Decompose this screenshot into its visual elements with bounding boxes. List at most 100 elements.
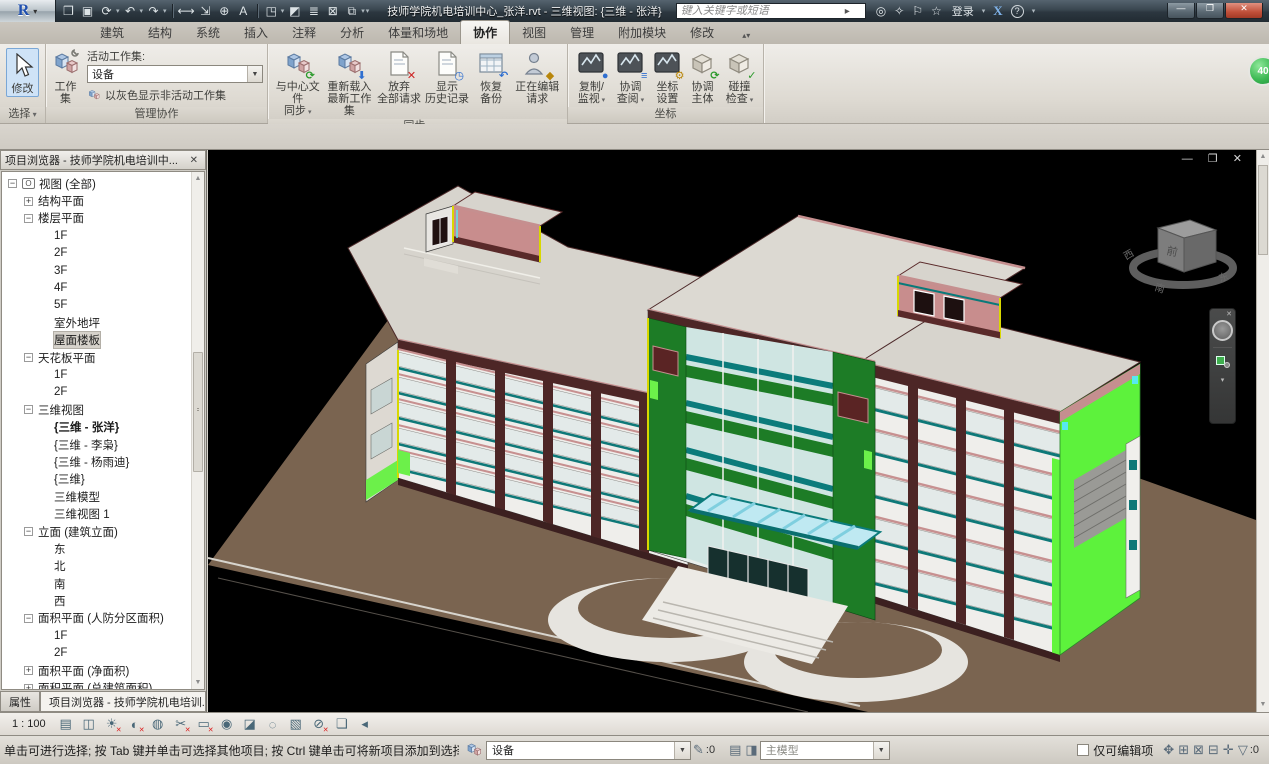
scale-button[interactable]: 1 : 100 bbox=[6, 717, 52, 731]
sign-in-button[interactable]: 登录 bbox=[952, 3, 974, 19]
chevron-down-icon[interactable]: ▾ bbox=[281, 7, 285, 15]
show-constraints-icon[interactable]: ⊘ bbox=[310, 716, 328, 732]
switch-windows-icon[interactable]: ⧉ bbox=[343, 3, 360, 20]
communication-center-icon[interactable]: ⚐ bbox=[912, 4, 923, 18]
select-pinned-icon[interactable]: ⊟ bbox=[1208, 742, 1219, 758]
tab-properties[interactable]: 属性 bbox=[0, 691, 40, 712]
checkbox-icon[interactable] bbox=[1077, 744, 1089, 756]
chevron-down-icon[interactable]: ▾ bbox=[361, 7, 365, 15]
default-3d-view-icon[interactable]: ◳ bbox=[263, 3, 280, 20]
view-window-controls[interactable]: — ❐ ✕ bbox=[1182, 152, 1248, 165]
lock-3d-view-icon[interactable]: ◉ bbox=[218, 716, 236, 732]
tab-view[interactable]: 视图 bbox=[510, 21, 558, 44]
reveal-hidden-icon[interactable]: ◌ bbox=[264, 717, 282, 732]
worksharing-display-icon[interactable]: ❏ bbox=[333, 716, 351, 732]
temporary-isolate-icon[interactable]: ◪ bbox=[241, 716, 259, 732]
tree-item[interactable]: −楼层平面 bbox=[2, 210, 191, 227]
tree-item[interactable]: +结构平面 bbox=[2, 192, 191, 209]
design-options-dropdown[interactable]: 主模型 ▼ bbox=[760, 741, 890, 760]
interference-check-button[interactable]: ✓ 碰撞 检查 bbox=[720, 47, 759, 107]
tab-project-browser[interactable]: 项目浏览器 - 技师学院机电培训... bbox=[40, 691, 206, 712]
tree-item[interactable]: +面积平面 (净面积) bbox=[2, 662, 191, 679]
tree-item[interactable]: 南 bbox=[2, 575, 191, 592]
tree-item-current-view[interactable]: {三维 - 张洋} bbox=[2, 418, 191, 435]
temporary-view-properties-icon[interactable]: ▧ bbox=[287, 716, 305, 732]
collapse-icon[interactable]: − bbox=[24, 405, 33, 414]
active-workset-dropdown[interactable]: 设备 ▼ bbox=[87, 65, 263, 83]
tree-item[interactable]: 室外地坪 bbox=[2, 314, 191, 331]
tab-manage[interactable]: 管理 bbox=[558, 21, 606, 44]
tab-structure[interactable]: 结构 bbox=[136, 21, 184, 44]
tree-item[interactable]: 西 bbox=[2, 592, 191, 609]
save-icon[interactable]: ▣ bbox=[79, 3, 96, 20]
tree-item[interactable]: +面积平面 (总建筑面积) bbox=[2, 679, 191, 689]
project-browser-header[interactable]: 项目浏览器 - 技师学院机电培训中... ✕ bbox=[0, 150, 206, 170]
sync-with-central-button[interactable]: ⟳ 与中心文件 同步 bbox=[272, 47, 324, 119]
canvas-scrollbar[interactable]: ▲ ▼ bbox=[1256, 150, 1269, 712]
tab-analyze[interactable]: 分析 bbox=[328, 21, 376, 44]
redo-icon[interactable]: ↷ bbox=[145, 3, 162, 20]
minimize-button[interactable]: — bbox=[1167, 3, 1195, 19]
editable-only-checkbox[interactable]: 仅可编辑项 bbox=[1077, 742, 1153, 759]
sync-with-central-icon[interactable]: ⟳ bbox=[98, 3, 115, 20]
drag-elements-icon[interactable]: ✛ bbox=[1223, 742, 1234, 758]
panel-footer-manage[interactable]: 管理协作 bbox=[46, 107, 267, 123]
show-history-button[interactable]: ◷ 显示 历史记录 bbox=[423, 47, 471, 105]
scrollbar-thumb[interactable] bbox=[1258, 165, 1268, 255]
drawing-area[interactable]: 前 西 南 东 — ❐ ✕ ✕ ▾ bbox=[208, 150, 1256, 712]
tree-item[interactable]: 2F bbox=[2, 645, 191, 662]
search-icon[interactable]: ◎ bbox=[876, 4, 886, 18]
panel-footer-select[interactable]: 选择 bbox=[0, 107, 45, 123]
tree-item[interactable]: 1F bbox=[2, 227, 191, 244]
tree-item[interactable]: −面积平面 (人防分区面积) bbox=[2, 610, 191, 627]
viewcube[interactable]: 前 西 南 东 bbox=[1122, 220, 1233, 296]
relinquish-all-button[interactable]: ✕ 放弃 全部请求 bbox=[375, 47, 423, 105]
collapse-icon[interactable]: ◂ bbox=[356, 716, 374, 732]
navigation-bar[interactable]: ✕ ▾ bbox=[1209, 308, 1236, 424]
close-icon[interactable]: ✕ bbox=[187, 155, 201, 166]
tree-item[interactable]: −立面 (建筑立面) bbox=[2, 523, 191, 540]
chevron-down-icon[interactable]: ▾ bbox=[1221, 376, 1225, 384]
chevron-down-icon[interactable]: ▾ bbox=[116, 7, 120, 15]
collapse-icon[interactable]: − bbox=[24, 614, 33, 623]
application-menu-button[interactable]: R ▾ bbox=[0, 0, 56, 22]
design-options-icon[interactable]: ▤ bbox=[729, 742, 741, 758]
exclude-options-icon[interactable]: ⊞ bbox=[1178, 742, 1189, 758]
worksharing-status-icon[interactable]: ✥ bbox=[1163, 742, 1174, 758]
collapse-icon[interactable]: − bbox=[8, 179, 17, 188]
worksets-button[interactable]: 工作集 bbox=[50, 47, 81, 105]
tab-annotate[interactable]: 注释 bbox=[280, 21, 328, 44]
expand-icon[interactable]: + bbox=[24, 666, 33, 675]
tab-architecture[interactable]: 建筑 bbox=[88, 21, 136, 44]
crop-region-icon[interactable]: ▭ bbox=[195, 716, 213, 732]
tree-item[interactable]: 5F bbox=[2, 297, 191, 314]
tab-insert[interactable]: 插入 bbox=[232, 21, 280, 44]
editing-requests-button[interactable]: ◆ 正在编辑 请求 bbox=[511, 47, 563, 105]
sun-path-icon[interactable]: ☀ bbox=[103, 716, 121, 732]
chevron-down-icon[interactable]: ▾ bbox=[1032, 7, 1036, 15]
crop-view-icon[interactable]: ✂ bbox=[172, 716, 190, 732]
design-options-pick-icon[interactable]: ◨ bbox=[745, 742, 757, 758]
collapse-icon[interactable]: − bbox=[24, 353, 33, 362]
filter-icon[interactable]: ▽ bbox=[1238, 742, 1248, 758]
communication-center-badge[interactable]: 40 bbox=[1248, 56, 1269, 86]
tag-by-category-icon[interactable]: ⊕ bbox=[216, 3, 233, 20]
tree-item[interactable]: 3F bbox=[2, 262, 191, 279]
tree-item-selected[interactable]: 屋面楼板 bbox=[2, 332, 191, 349]
shadows-icon[interactable]: ◐ bbox=[126, 717, 144, 732]
scrollbar-thumb[interactable] bbox=[193, 352, 203, 472]
close-button[interactable]: ✕ bbox=[1225, 3, 1263, 19]
tree-item[interactable]: 1F bbox=[2, 627, 191, 644]
modify-button[interactable]: 修改 bbox=[6, 48, 39, 97]
aligned-dimension-icon[interactable]: ⇲ bbox=[197, 3, 214, 20]
exchange-apps-icon[interactable]: X bbox=[993, 3, 1002, 19]
customize-qat-icon[interactable]: ▾ bbox=[366, 7, 370, 15]
thin-lines-icon[interactable]: ≣ bbox=[305, 3, 322, 20]
search-icon[interactable]: ▸ bbox=[845, 6, 850, 17]
search-input[interactable] bbox=[677, 5, 845, 17]
steering-wheel-icon[interactable] bbox=[1212, 320, 1233, 341]
detail-level-icon[interactable]: ▤ bbox=[57, 716, 75, 732]
subscription-center-icon[interactable]: ✧ bbox=[894, 4, 904, 18]
tree-item-views-root[interactable]: −O视图 (全部) bbox=[2, 175, 191, 192]
tree-item[interactable]: 2F bbox=[2, 384, 191, 401]
